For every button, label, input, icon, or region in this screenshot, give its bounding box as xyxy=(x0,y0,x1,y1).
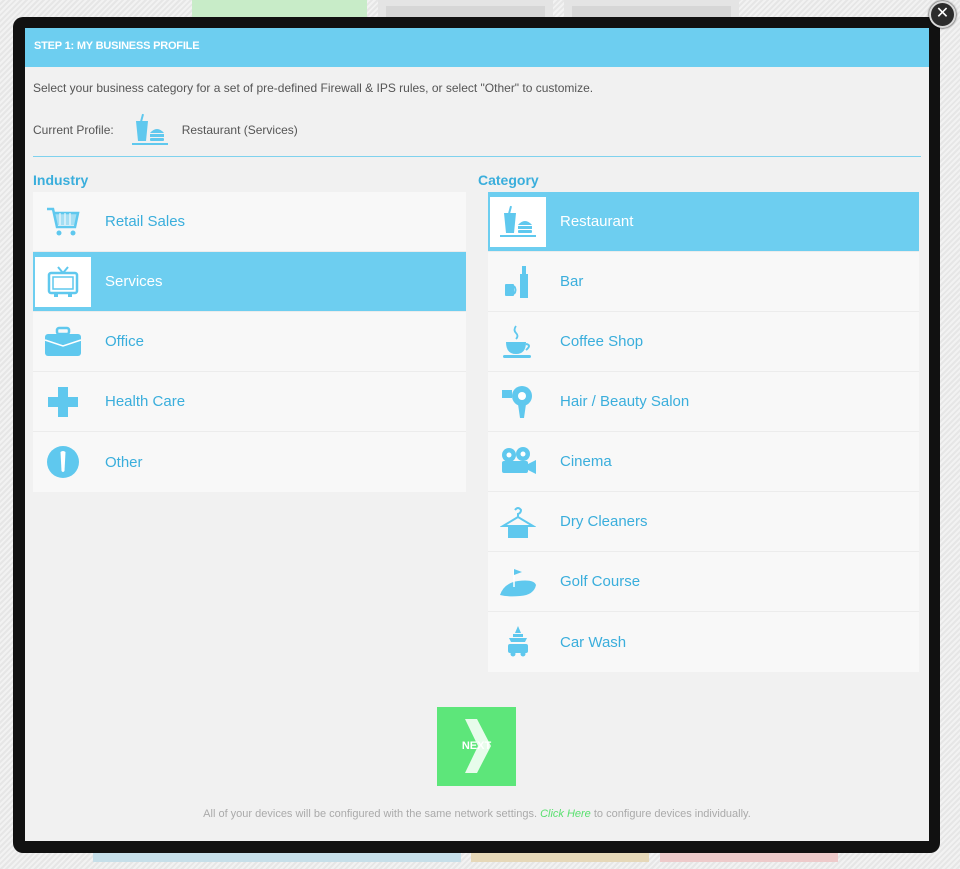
business-profile-modal: STEP 1: MY BUSINESS PROFILE Select your … xyxy=(13,17,940,853)
divider xyxy=(33,156,921,157)
industry-item-services[interactable]: Services xyxy=(33,252,466,312)
industry-title: Industry xyxy=(33,172,89,188)
modal-header: STEP 1: MY BUSINESS PROFILE xyxy=(25,28,929,67)
bottle-icon xyxy=(490,257,546,307)
industry-item-label: Services xyxy=(105,273,163,290)
tv-icon xyxy=(35,256,91,307)
category-item-label: Bar xyxy=(560,273,584,290)
hair-dryer-icon xyxy=(490,377,546,427)
industry-item-label: Health Care xyxy=(105,393,186,410)
category-item-car-wash[interactable]: Car Wash xyxy=(488,612,919,672)
cross-icon xyxy=(35,377,91,427)
next-button[interactable]: NEXT xyxy=(437,707,516,786)
industry-item-retail-sales[interactable]: Retail Sales xyxy=(33,192,466,252)
category-item-label: Golf Course xyxy=(560,573,641,590)
footer-text: All of your devices will be configured w… xyxy=(203,808,537,820)
close-button[interactable]: ✕ xyxy=(929,1,956,28)
industry-item-label: Retail Sales xyxy=(105,213,186,230)
category-title: Category xyxy=(478,172,539,188)
category-item-coffee-shop[interactable]: Coffee Shop xyxy=(488,312,919,372)
category-item-label: Restaurant xyxy=(560,213,634,230)
footer-note: All of your devices will be configured w… xyxy=(25,808,929,820)
category-list: Restaurant Bar Coffee Shop Hair / Beauty… xyxy=(488,192,919,672)
industry-item-label: Other xyxy=(105,453,143,471)
background-tile xyxy=(564,0,739,18)
category-item-label: Cinema xyxy=(560,453,612,470)
coffee-cup-icon xyxy=(490,317,546,367)
category-item-label: Car Wash xyxy=(560,633,627,651)
configure-individually-link[interactable]: Click Here xyxy=(540,808,591,820)
category-item-cinema[interactable]: Cinema xyxy=(488,432,919,492)
category-item-hair-beauty-salon[interactable]: Hair / Beauty Salon xyxy=(488,372,919,432)
current-profile: Current Profile: Restaurant (Services) xyxy=(33,112,298,148)
category-item-dry-cleaners[interactable]: Dry Cleaners xyxy=(488,492,919,552)
close-icon: ✕ xyxy=(935,5,950,22)
industry-item-other[interactable]: Other xyxy=(33,432,466,492)
intro-text: Select your business category for a set … xyxy=(33,81,594,95)
shopping-cart-icon xyxy=(35,197,91,247)
industry-item-label: Office xyxy=(105,333,144,350)
briefcase-icon xyxy=(35,317,91,367)
current-profile-value: Restaurant (Services) xyxy=(181,123,298,137)
modal-content: STEP 1: MY BUSINESS PROFILE Select your … xyxy=(25,28,929,841)
restaurant-icon xyxy=(128,112,172,148)
category-item-golf-course[interactable]: Golf Course xyxy=(488,552,919,612)
background-tile xyxy=(378,0,553,18)
car-wash-icon xyxy=(490,617,546,667)
industry-item-health-care[interactable]: Health Care xyxy=(33,372,466,432)
restaurant-icon xyxy=(490,196,546,247)
background-tile xyxy=(192,0,367,18)
exclamation-icon xyxy=(35,437,91,487)
golf-flag-icon xyxy=(490,557,546,607)
category-item-restaurant[interactable]: Restaurant xyxy=(488,192,919,252)
category-item-label: Dry Cleaners xyxy=(560,513,648,530)
industry-item-office[interactable]: Office xyxy=(33,312,466,372)
category-item-bar[interactable]: Bar xyxy=(488,252,919,312)
category-item-label: Coffee Shop xyxy=(560,333,644,350)
category-item-label: Hair / Beauty Salon xyxy=(560,393,690,410)
footer-text: to configure devices individually. xyxy=(593,808,751,820)
hanger-icon xyxy=(490,497,546,547)
next-button-label: NEXT xyxy=(461,740,492,752)
film-camera-icon xyxy=(490,437,546,487)
current-profile-label: Current Profile: xyxy=(33,123,114,137)
industry-list: Retail Sales Services Office Health Care… xyxy=(33,192,466,492)
